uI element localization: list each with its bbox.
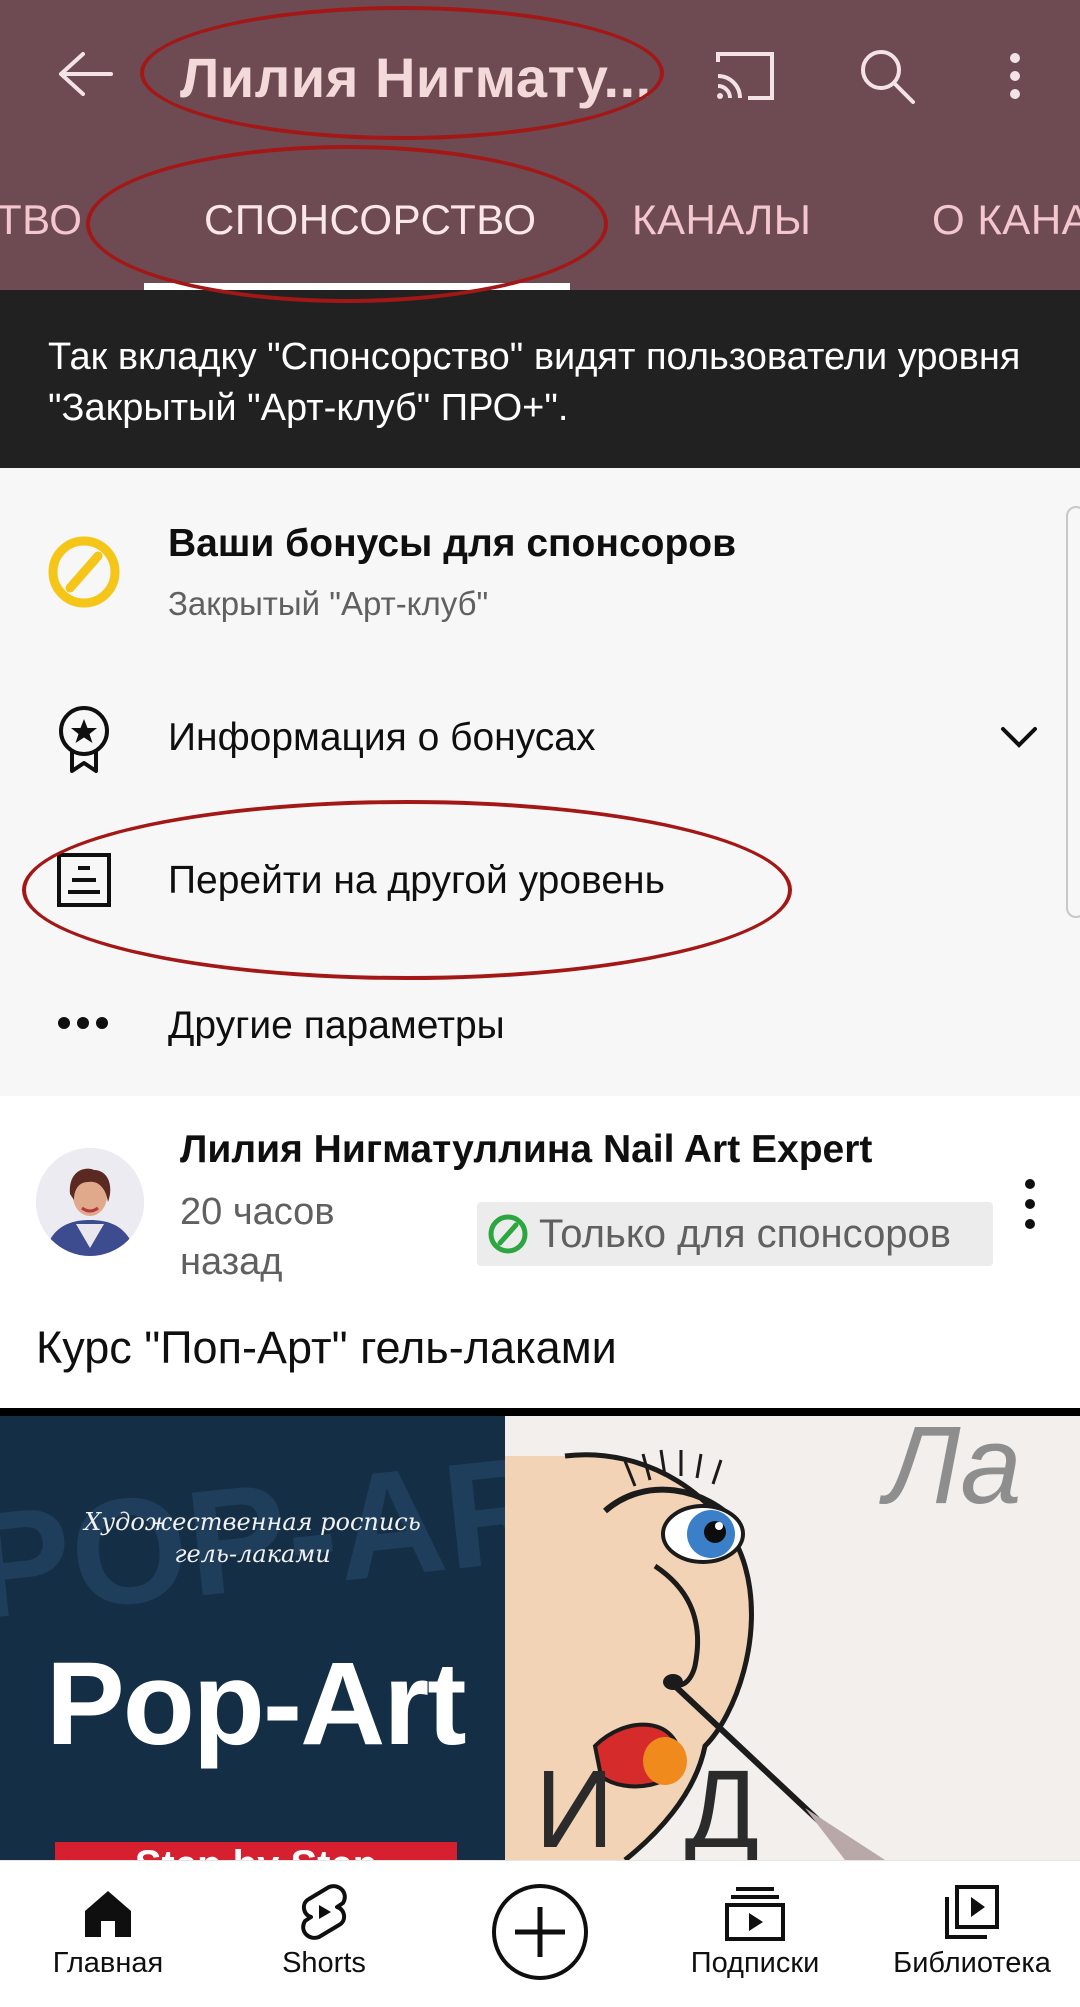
badge-star-icon: [54, 703, 114, 775]
image-title: Pop-Art: [46, 1638, 467, 1770]
image-subtitle-2: гель-лаками: [174, 1540, 331, 1568]
post-author[interactable]: Лилия Нигматуллина Nail Art Expert: [180, 1128, 872, 1172]
post-image[interactable]: POP-ART Художественная роспись гель-лака…: [0, 1408, 1080, 1860]
channel-title: Лилия Нигмату...: [180, 46, 652, 109]
nav-shorts-label: Shorts: [282, 1947, 366, 1979]
avatar[interactable]: [36, 1148, 144, 1256]
back-arrow-icon[interactable]: [40, 36, 130, 112]
shorts-icon: [301, 1884, 347, 1940]
chevron-down-icon[interactable]: [998, 722, 1040, 752]
image-side-letters-top: Ла: [885, 1416, 1022, 1527]
cast-icon[interactable]: [700, 38, 790, 114]
level-list-icon: [56, 852, 112, 908]
membership-badge-icon: [46, 534, 122, 610]
other-options-label: Другие параметры: [168, 1004, 505, 1047]
nav-shorts[interactable]: Shorts: [256, 1861, 392, 2007]
image-left-panel: POP-ART Художественная роспись гель-лака…: [0, 1416, 505, 1860]
change-level-label: Перейти на другой уровень: [168, 859, 665, 902]
perks-info-label: Информация о бонусах: [168, 716, 596, 759]
bottom-navigation: Главная Shorts Подписки Библиотека: [0, 1860, 1080, 2007]
nav-library[interactable]: Библиотека: [880, 1861, 1064, 2007]
image-right-panel: Ла И Д: [505, 1416, 1080, 1860]
image-banner-text: Step by Step: [55, 1842, 457, 1860]
members-only-label: Только для спонсоров: [539, 1211, 952, 1256]
membership-notice: Так вкладку "Спонсорство" видят пользова…: [0, 290, 1080, 468]
image-subtitle-1: Художественная роспись: [84, 1508, 421, 1536]
post-more-vert-icon[interactable]: [1018, 1178, 1042, 1230]
channel-header: Лилия Нигмату... ТВО СПОНСОРСТВО КАНАЛЫ …: [0, 0, 1080, 290]
post-text: Курс "Поп-Арт" гель-лаками: [36, 1322, 617, 1373]
search-icon[interactable]: [842, 36, 932, 116]
nav-create[interactable]: [490, 1861, 590, 2007]
image-banner: Step by Step: [55, 1842, 457, 1860]
image-side-letters-bottom: И Д: [535, 1748, 780, 1860]
membership-level: Закрытый "Арт-клуб": [168, 585, 489, 622]
tab-community[interactable]: ТВО: [0, 192, 82, 248]
nav-home-label: Главная: [52, 1947, 164, 1979]
create-plus-icon: [492, 1884, 588, 1980]
nav-subscriptions[interactable]: Подписки: [680, 1861, 830, 2007]
nav-library-label: Библиотека: [893, 1947, 1051, 1979]
more-vert-icon[interactable]: [990, 36, 1040, 116]
membership-title: Ваши бонусы для спонсоров: [168, 522, 737, 565]
tab-channels[interactable]: КАНАЛЫ: [632, 192, 812, 248]
home-icon: [85, 1891, 131, 1937]
post-time: 20 часов назад: [180, 1191, 335, 1283]
other-options-row[interactable]: [0, 975, 1060, 1075]
tab-membership[interactable]: СПОНСОРСТВО: [204, 192, 537, 248]
tab-about[interactable]: О КАНА: [932, 192, 1080, 248]
members-only-badge: Только для спонсоров: [477, 1202, 993, 1266]
panel-scrollbar[interactable]: [1066, 506, 1080, 918]
nav-home[interactable]: Главная: [40, 1861, 176, 2007]
subscriptions-icon: [725, 1887, 785, 1941]
nav-subscriptions-label: Подписки: [690, 1947, 820, 1979]
members-only-icon: [488, 1214, 528, 1254]
library-icon: [945, 1885, 999, 1939]
active-tab-indicator: [144, 283, 570, 290]
more-horiz-icon: [56, 1015, 110, 1031]
